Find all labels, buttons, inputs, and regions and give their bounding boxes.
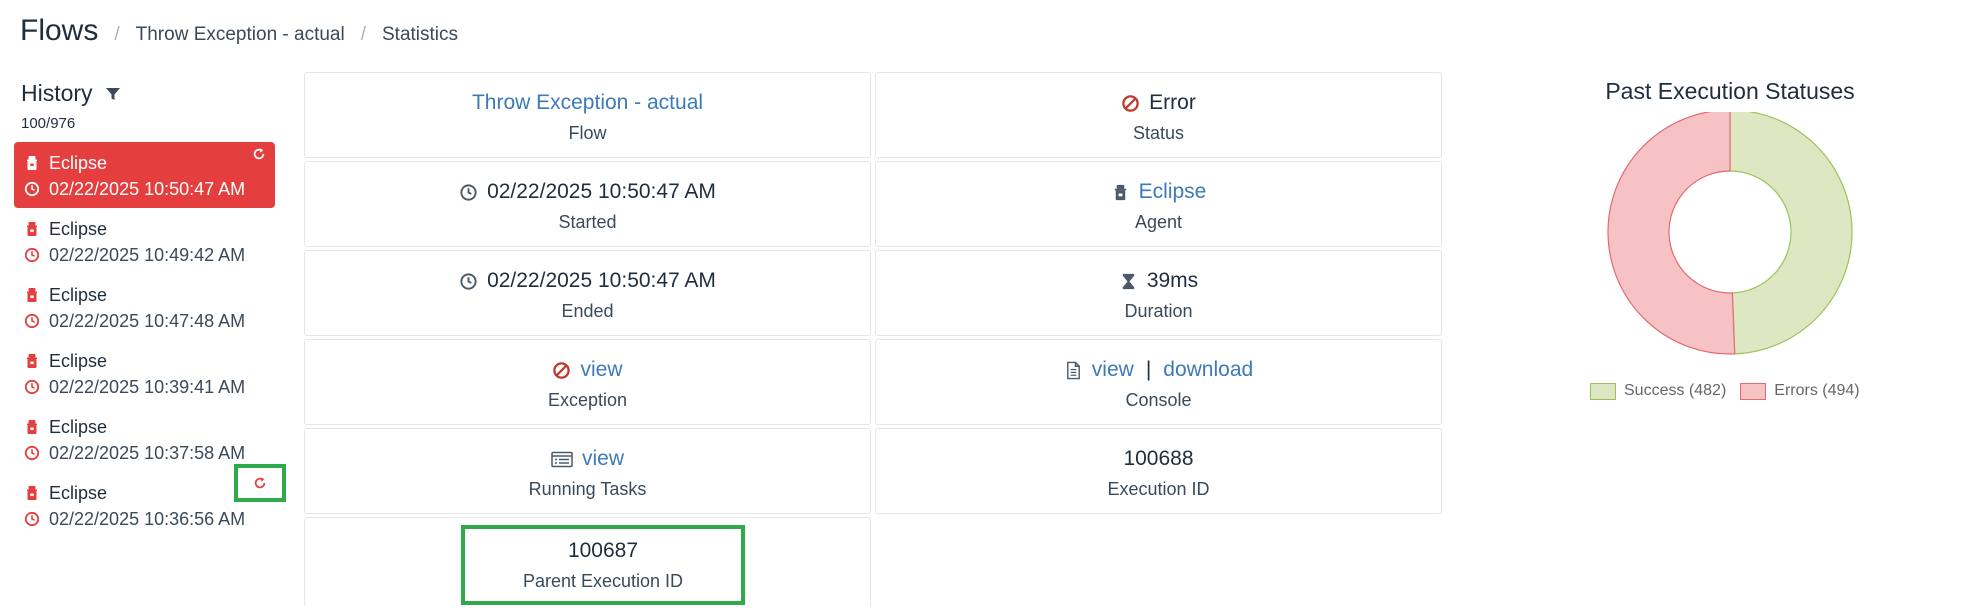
- ended-value: 02/22/2025 10:50:47 AM: [487, 269, 716, 292]
- legend-label: Success (482): [1624, 382, 1727, 399]
- slice-errors[interactable]: [1607, 112, 1736, 355]
- ended-cell: 02/22/2025 10:50:47 AM Ended: [304, 250, 871, 336]
- retry-highlight[interactable]: [234, 464, 286, 502]
- execution-id-cell: 100688 Execution ID: [875, 428, 1442, 514]
- agent-label: Agent: [1134, 212, 1183, 232]
- exception-cell: view Exception: [304, 339, 871, 425]
- exception-view-link[interactable]: view: [580, 358, 622, 382]
- execution-id-value: 100688: [1123, 447, 1194, 470]
- legend-errors[interactable]: Errors (494): [1740, 382, 1860, 400]
- file-icon: [1066, 361, 1080, 379]
- flow-label: Flow: [568, 123, 607, 143]
- parent-execution-id-highlight[interactable]: 100687 Parent Execution ID: [461, 525, 745, 605]
- history-item-date: 02/22/2025 10:50:47 AM: [49, 178, 246, 199]
- status-value: Error: [1149, 91, 1196, 114]
- status-cell: Error Status: [875, 72, 1442, 158]
- chart-legend: Success (482) Errors (494): [1590, 382, 1874, 400]
- chart-title: Past Execution Statuses: [1605, 78, 1855, 104]
- page-title: Flows: [20, 14, 99, 47]
- console-cell: view | download Console: [875, 339, 1442, 425]
- console-separator: |: [1145, 358, 1152, 381]
- agent-icon: [27, 420, 37, 434]
- flow-cell: Throw Exception - actual Flow: [304, 72, 871, 158]
- history-item-date: 02/22/2025 10:49:42 AM: [49, 244, 246, 265]
- console-label: Console: [1125, 390, 1192, 410]
- refresh-icon[interactable]: [252, 147, 266, 161]
- console-download-link[interactable]: download: [1163, 358, 1253, 382]
- refresh-icon[interactable]: [253, 476, 267, 490]
- history-item-date: 02/22/2025 10:37:58 AM: [49, 442, 246, 463]
- legend-swatch: [1740, 382, 1767, 400]
- history-item[interactable]: Eclipse 02/22/2025 10:37:58 AM: [14, 406, 275, 472]
- started-cell: 02/22/2025 10:50:47 AM Started: [304, 161, 871, 247]
- history-item-agent: Eclipse: [49, 218, 108, 239]
- duration-cell: 39ms Duration: [875, 250, 1442, 336]
- parent-execution-id-label: Parent Execution ID: [522, 571, 684, 591]
- history-item[interactable]: Eclipse 02/22/2025 10:49:42 AM: [14, 208, 275, 274]
- ban-icon: [1122, 94, 1139, 112]
- parent-execution-id-value: 100687: [567, 539, 639, 562]
- history-item-agent: Eclipse: [49, 152, 108, 173]
- agent-icon: [27, 354, 37, 368]
- past-execution-chart: Past Execution Statuses Success (482) Err…: [1560, 74, 1900, 414]
- breadcrumb-statistics: Statistics: [382, 24, 459, 45]
- duration-value: 39ms: [1146, 269, 1199, 292]
- history-item-date: 02/22/2025 10:39:41 AM: [49, 376, 246, 397]
- history-item[interactable]: Eclipse 02/22/2025 10:50:47 AM: [14, 142, 275, 208]
- breadcrumb-flow[interactable]: Throw Exception - actual: [136, 24, 345, 46]
- clock-icon: [24, 247, 40, 263]
- clock-icon: [24, 313, 40, 329]
- legend-success[interactable]: Success (482): [1590, 382, 1726, 400]
- breadcrumb-separator: /: [114, 24, 120, 45]
- console-view-link[interactable]: view: [1092, 358, 1134, 382]
- history-item-date: 02/22/2025 10:47:48 AM: [49, 310, 246, 331]
- donut-chart: [1607, 112, 1853, 355]
- page-header: Flows / Throw Exception - actual / Stati…: [20, 14, 458, 48]
- exception-label: Exception: [547, 390, 628, 410]
- legend-swatch: [1590, 382, 1616, 400]
- history-count: 100/976: [21, 115, 76, 132]
- history-item-agent: Eclipse: [49, 350, 108, 371]
- ban-icon: [553, 361, 571, 379]
- hourglass-icon: [1122, 273, 1135, 289]
- started-value: 02/22/2025 10:50:47 AM: [487, 180, 716, 203]
- status-label: Status: [1132, 123, 1185, 143]
- agent-link[interactable]: Eclipse: [1139, 180, 1207, 204]
- slice-success[interactable]: [1729, 112, 1853, 355]
- clock-icon: [24, 511, 40, 527]
- running-tasks-view-link[interactable]: view: [582, 447, 624, 471]
- history-item-date: 02/22/2025 10:36:56 AM: [49, 508, 246, 529]
- flow-link[interactable]: Throw Exception - actual: [472, 91, 703, 115]
- legend-label: Errors (494): [1774, 382, 1860, 399]
- breadcrumb-separator: /: [360, 24, 366, 45]
- history-item-agent: Eclipse: [49, 284, 108, 305]
- ended-label: Ended: [561, 301, 614, 321]
- filter-icon[interactable]: [105, 86, 121, 102]
- agent-icon: [27, 486, 37, 500]
- agent-icon: [27, 288, 37, 302]
- clock-icon: [460, 272, 477, 290]
- clock-icon: [24, 379, 40, 395]
- agent-cell: Eclipse Agent: [875, 161, 1442, 247]
- running-tasks-label: Running Tasks: [528, 479, 647, 499]
- history-item-agent: Eclipse: [49, 416, 108, 437]
- duration-label: Duration: [1124, 301, 1193, 321]
- started-label: Started: [558, 212, 617, 232]
- agent-icon: [1114, 184, 1126, 200]
- clock-icon: [24, 181, 40, 197]
- execution-id-label: Execution ID: [1107, 479, 1210, 499]
- history-item[interactable]: Eclipse 02/22/2025 10:39:41 AM: [14, 340, 275, 406]
- list-icon: [551, 451, 573, 467]
- history-item-agent: Eclipse: [49, 482, 108, 503]
- running-tasks-cell: view Running Tasks: [304, 428, 871, 514]
- history-item[interactable]: Eclipse 02/22/2025 10:47:48 AM: [14, 274, 275, 340]
- agent-icon: [27, 156, 37, 170]
- history-title: History: [21, 80, 93, 106]
- clock-icon: [24, 445, 40, 461]
- clock-icon: [460, 183, 477, 201]
- agent-icon: [27, 222, 37, 236]
